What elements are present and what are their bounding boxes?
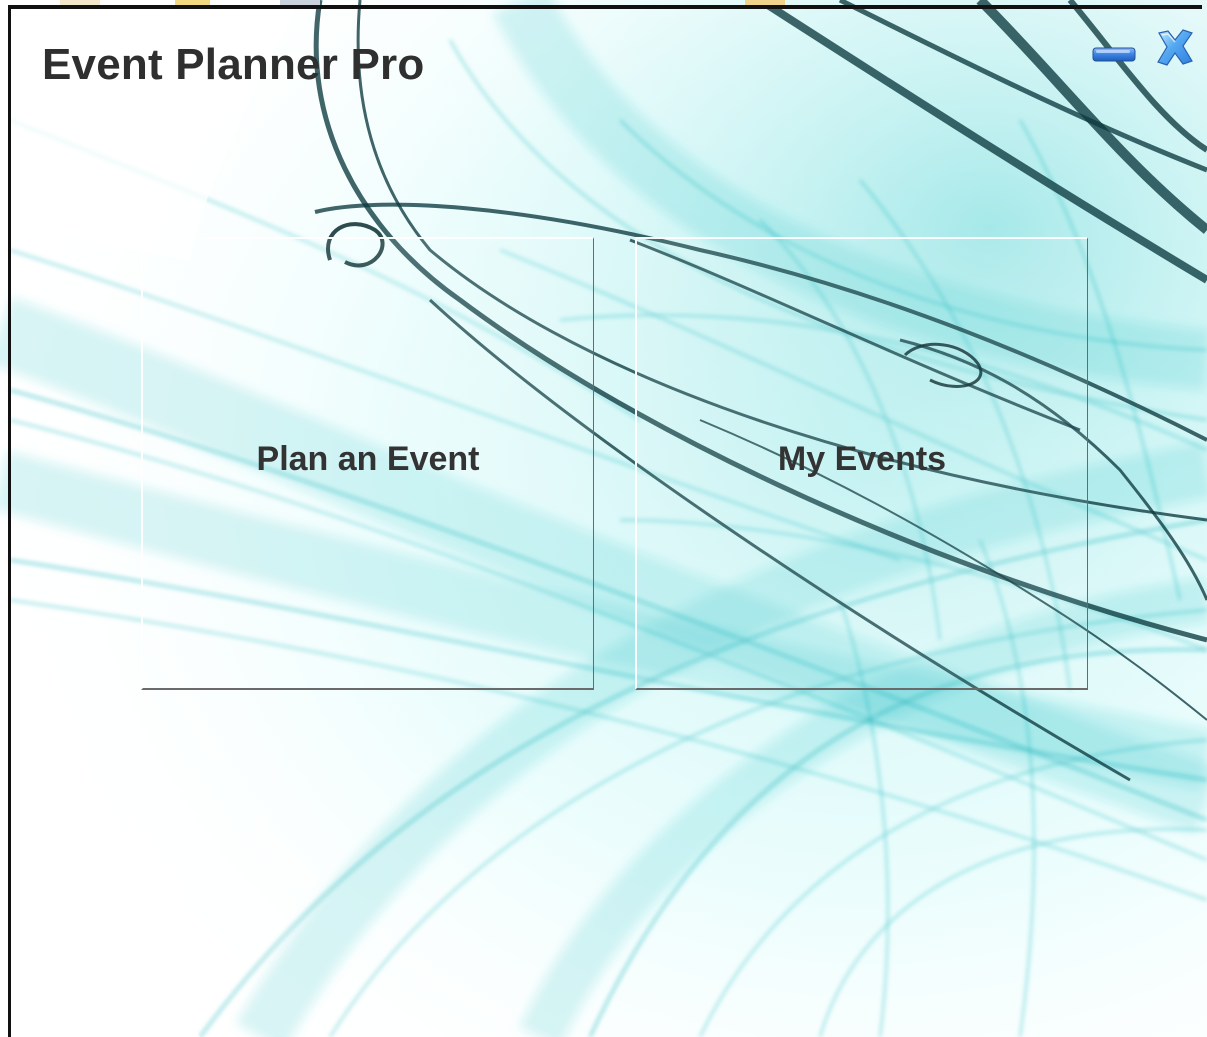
app-window: Event Planner Pro Plan an Event My Event… — [0, 0, 1207, 1037]
minimize-button[interactable] — [1090, 40, 1138, 70]
minimize-icon — [1092, 47, 1136, 62]
plan-event-label: Plan an Event — [256, 440, 480, 478]
app-title: Event Planner Pro — [42, 40, 425, 89]
close-icon — [1157, 29, 1193, 66]
window-frame-top — [8, 5, 1202, 9]
my-events-label: My Events — [777, 440, 947, 478]
window-frame-left — [8, 8, 11, 1037]
close-button[interactable] — [1152, 27, 1198, 69]
plan-event-button[interactable]: Plan an Event — [141, 237, 594, 690]
my-events-button[interactable]: My Events — [635, 237, 1088, 690]
